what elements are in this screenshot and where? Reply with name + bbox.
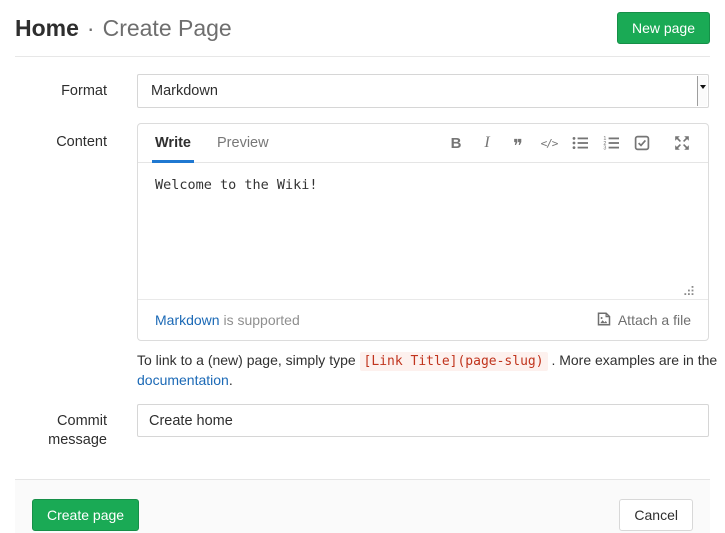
commit-message-row: Commit message: [0, 404, 725, 450]
commit-message-input[interactable]: [137, 404, 709, 437]
content-row: Content Write Preview B I ❞ </> 123: [0, 123, 725, 341]
bulleted-list-icon[interactable]: [571, 133, 589, 153]
tab-preview[interactable]: Preview: [217, 124, 269, 162]
attach-file-icon: [596, 311, 612, 330]
editor-footer: Markdown is supported Attach a file: [138, 300, 708, 340]
editor-tabbar: Write Preview B I ❞ </> 123: [138, 124, 708, 163]
wiki-link-help-text: To link to a (new) page, simply type [Li…: [137, 351, 725, 390]
page-title-separator: ·: [87, 15, 95, 42]
svg-text:3: 3: [603, 146, 606, 151]
select-dropdown-arrow-icon[interactable]: [697, 76, 707, 106]
italic-icon[interactable]: I: [478, 133, 496, 153]
markdown-editor: Write Preview B I ❞ </> 123: [137, 123, 709, 341]
page-header: Home · Create Page New page: [15, 0, 710, 57]
task-list-icon[interactable]: [633, 133, 651, 153]
page-title: Home · Create Page: [15, 15, 232, 42]
help-text-before: To link to a (new) page, simply type: [137, 352, 360, 368]
markdown-help-link[interactable]: Markdown: [155, 312, 220, 328]
create-page-button[interactable]: Create page: [32, 499, 139, 531]
fullscreen-icon[interactable]: [673, 133, 691, 153]
resize-handle[interactable]: [681, 286, 694, 296]
format-select-value: Markdown: [151, 83, 218, 99]
blockquote-icon[interactable]: ❞: [509, 133, 527, 153]
link-syntax-code: [Link Title](page-slug): [360, 352, 548, 371]
page-title-home: Home: [15, 15, 79, 42]
code-icon[interactable]: </>: [540, 133, 558, 153]
help-text-after: .: [229, 372, 233, 388]
documentation-link[interactable]: documentation: [137, 372, 229, 388]
new-page-button[interactable]: New page: [617, 12, 710, 44]
format-label: Format: [0, 74, 107, 108]
bold-icon[interactable]: B: [447, 133, 465, 153]
supported-text: is supported: [220, 312, 300, 328]
commit-message-label: Commit message: [0, 404, 107, 450]
format-row: Format Markdown: [0, 74, 725, 108]
page-title-subtitle: Create Page: [103, 15, 232, 42]
format-select[interactable]: Markdown: [137, 74, 709, 108]
numbered-list-icon[interactable]: 123: [602, 133, 620, 153]
attach-file-button[interactable]: Attach a file: [596, 311, 691, 330]
tab-write[interactable]: Write: [155, 124, 191, 162]
editor-write-area: Welcome to the Wiki!: [138, 163, 708, 300]
cancel-button[interactable]: Cancel: [619, 499, 693, 531]
content-textarea[interactable]: Welcome to the Wiki!: [138, 163, 708, 299]
form-actions-footer: Create page Cancel: [15, 479, 710, 533]
content-label: Content: [0, 123, 107, 341]
help-text-middle: . More examples are in the: [548, 352, 718, 368]
editor-toolbar: B I ❞ </> 123: [447, 124, 691, 162]
attach-file-label: Attach a file: [618, 312, 691, 328]
